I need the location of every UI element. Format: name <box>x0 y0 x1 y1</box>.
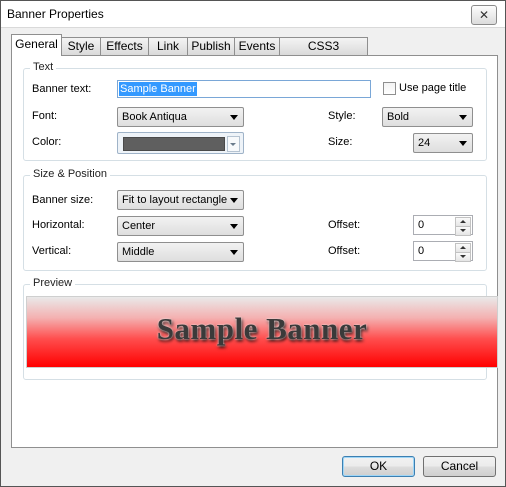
chevron-down-icon <box>230 115 238 120</box>
vertical-value: Middle <box>122 246 155 258</box>
vertical-offset-spinner[interactable]: 0 <box>413 241 473 262</box>
use-page-title-label: Use page title <box>399 82 467 94</box>
text-group-title: Text <box>30 61 57 73</box>
preview-group-title: Preview <box>30 277 76 289</box>
close-icon: ✕ <box>478 8 490 22</box>
arrow-up-icon <box>460 220 466 223</box>
chevron-down-icon <box>230 143 236 146</box>
color-label: Color: <box>32 136 62 148</box>
ok-button[interactable]: OK <box>342 456 415 477</box>
tab-style[interactable]: Style <box>61 37 101 55</box>
size-label: Size: <box>328 136 353 148</box>
horizontal-value: Center <box>122 220 156 232</box>
banner-properties-dialog: Banner Properties ✕ General Style Effect… <box>0 0 506 487</box>
size-select[interactable]: 24 <box>413 133 473 153</box>
spin-down-button[interactable] <box>455 226 471 236</box>
tab-css3-animation[interactable]: CSS3 Animation <box>279 37 368 70</box>
tab-general[interactable]: General <box>11 34 62 56</box>
style-value: Bold <box>387 111 410 123</box>
style-label: Style: <box>328 110 356 122</box>
vertical-select[interactable]: Middle <box>117 242 244 262</box>
style-select[interactable]: Bold <box>382 107 473 127</box>
font-value: Book Antiqua <box>122 111 187 123</box>
horizontal-select[interactable]: Center <box>117 216 244 236</box>
chevron-down-icon <box>230 198 238 203</box>
banner-text-input[interactable]: Sample Banner <box>117 80 371 98</box>
tab-publish[interactable]: Publish <box>187 37 235 55</box>
banner-preview: Sample Banner <box>26 296 498 368</box>
chevron-down-icon <box>230 250 238 255</box>
preview-group: Preview Sample Banner <box>23 277 498 380</box>
horizontal-offset-value: 0 <box>418 219 425 231</box>
banner-preview-text: Sample Banner <box>156 311 368 346</box>
spin-down-button[interactable] <box>455 252 471 262</box>
cancel-button[interactable]: Cancel <box>423 456 496 477</box>
horizontal-offset-spinner[interactable]: 0 <box>413 215 473 236</box>
font-select[interactable]: Book Antiqua <box>117 107 244 127</box>
chevron-down-icon <box>459 141 467 146</box>
arrow-down-icon <box>460 255 466 258</box>
close-button[interactable]: ✕ <box>471 5 497 25</box>
banner-size-label: Banner size: <box>32 194 94 206</box>
chevron-down-icon <box>230 224 238 229</box>
size-position-group: Size & Position Banner size: Fit to layo… <box>23 168 487 271</box>
banner-text-label: Banner text: <box>32 83 92 95</box>
color-swatch <box>123 137 225 151</box>
horizontal-offset-label: Offset: <box>328 219 361 231</box>
tab-link[interactable]: Link <box>148 37 188 55</box>
banner-size-value: Fit to layout rectangle <box>122 194 228 206</box>
banner-size-select[interactable]: Fit to layout rectangle <box>117 190 244 210</box>
color-picker[interactable] <box>117 132 244 154</box>
text-group: Text Banner text: Sample Banner Use page… <box>23 61 487 161</box>
size-value: 24 <box>418 137 431 149</box>
chevron-down-icon <box>459 115 467 120</box>
tab-effects[interactable]: Effects <box>100 37 149 55</box>
vertical-offset-value: 0 <box>418 245 425 257</box>
horizontal-label: Horizontal: <box>32 219 85 231</box>
tab-events[interactable]: Events <box>234 37 280 55</box>
general-tab-panel: Text Banner text: Sample Banner Use page… <box>11 55 498 448</box>
vertical-offset-label: Offset: <box>328 245 361 257</box>
size-position-group-title: Size & Position <box>30 168 110 180</box>
use-page-title-checkbox[interactable] <box>383 82 396 95</box>
banner-text-value: Sample Banner <box>119 82 197 96</box>
font-label: Font: <box>32 110 58 122</box>
window-title: Banner Properties <box>7 7 104 21</box>
color-dropdown-button[interactable] <box>227 136 240 152</box>
arrow-up-icon <box>460 246 466 249</box>
arrow-down-icon <box>460 229 466 232</box>
title-bar: Banner Properties ✕ <box>1 1 505 28</box>
vertical-label: Vertical: <box>32 245 72 257</box>
